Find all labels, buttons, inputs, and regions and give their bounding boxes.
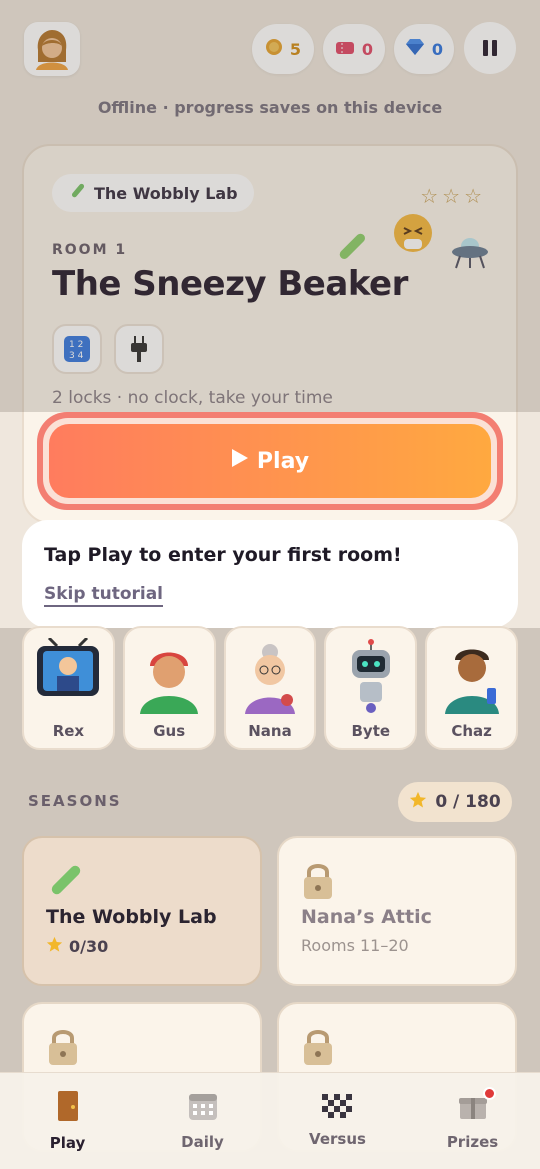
notification-dot — [483, 1087, 496, 1100]
tv-host-icon — [35, 636, 101, 706]
season-title: Nana’s Attic — [301, 906, 432, 928]
tab-label: Prizes — [446, 1133, 499, 1151]
character-name: Byte — [351, 722, 391, 740]
checkered-flag-icon — [321, 1094, 354, 1122]
total-stars-value: 0 / 180 — [435, 792, 501, 812]
season-progress: 0/30 — [46, 936, 238, 957]
padlock-icon — [301, 1026, 493, 1068]
character-name: Gus — [153, 722, 186, 740]
star-icon — [409, 791, 427, 814]
tutorial-title: Tap Play to enter your first room! — [44, 544, 402, 566]
season-title: The Wobbly Lab — [46, 906, 217, 928]
season-progress-value: 0/30 — [69, 937, 109, 956]
character-card-rex[interactable]: Rex — [22, 626, 115, 750]
tab-play[interactable]: Play — [0, 1073, 135, 1169]
play-button-label: Play — [256, 448, 310, 474]
play-button-highlight: Play — [37, 412, 503, 510]
tab-label: Versus — [309, 1130, 366, 1148]
tutorial-tooltip: Tap Play to enter your first room! Skip … — [22, 520, 518, 628]
skip-tutorial-link[interactable]: Skip tutorial — [44, 584, 164, 607]
character-card-chaz[interactable]: Chaz — [425, 626, 518, 750]
character-row: Rex Gus Nana Byte Chaz — [22, 626, 518, 750]
chaz-character-icon — [439, 638, 505, 718]
star-icon — [46, 936, 63, 957]
play-triangle-icon — [231, 448, 249, 474]
tab-label: Daily — [181, 1133, 224, 1151]
bottom-tab-bar: Play Daily Versus Prizes — [0, 1072, 540, 1169]
total-stars-badge: 0 / 180 — [398, 782, 512, 822]
character-card-nana[interactable]: Nana — [223, 626, 317, 750]
tab-label: Play — [49, 1134, 86, 1152]
seasons-heading: SEASONS — [28, 792, 122, 810]
padlock-icon — [46, 1026, 238, 1068]
character-name: Rex — [52, 722, 85, 740]
tutorial-dim-top — [0, 0, 540, 412]
calendar-icon — [188, 1091, 218, 1125]
nana-character-icon — [237, 638, 303, 718]
tab-prizes[interactable]: Prizes — [405, 1073, 540, 1169]
robot-icon — [338, 638, 404, 718]
character-card-byte[interactable]: Byte — [324, 626, 418, 750]
character-card-gus[interactable]: Gus — [122, 626, 216, 750]
season-card-nanas-attic[interactable]: Nana’s Attic Rooms 11–20 — [277, 836, 517, 986]
character-name: Chaz — [451, 722, 492, 740]
padlock-icon — [301, 860, 493, 902]
character-name: Nana — [248, 722, 292, 740]
play-button[interactable]: Play — [49, 424, 491, 498]
tab-daily[interactable]: Daily — [135, 1073, 270, 1169]
gus-character-icon — [136, 638, 202, 718]
season-card-wobbly-lab[interactable]: The Wobbly Lab 0/30 — [22, 836, 262, 986]
season-subtitle: Rooms 11–20 — [301, 936, 409, 955]
door-icon — [56, 1090, 80, 1126]
tab-versus[interactable]: Versus — [270, 1073, 405, 1169]
test-tube-icon — [46, 860, 238, 902]
